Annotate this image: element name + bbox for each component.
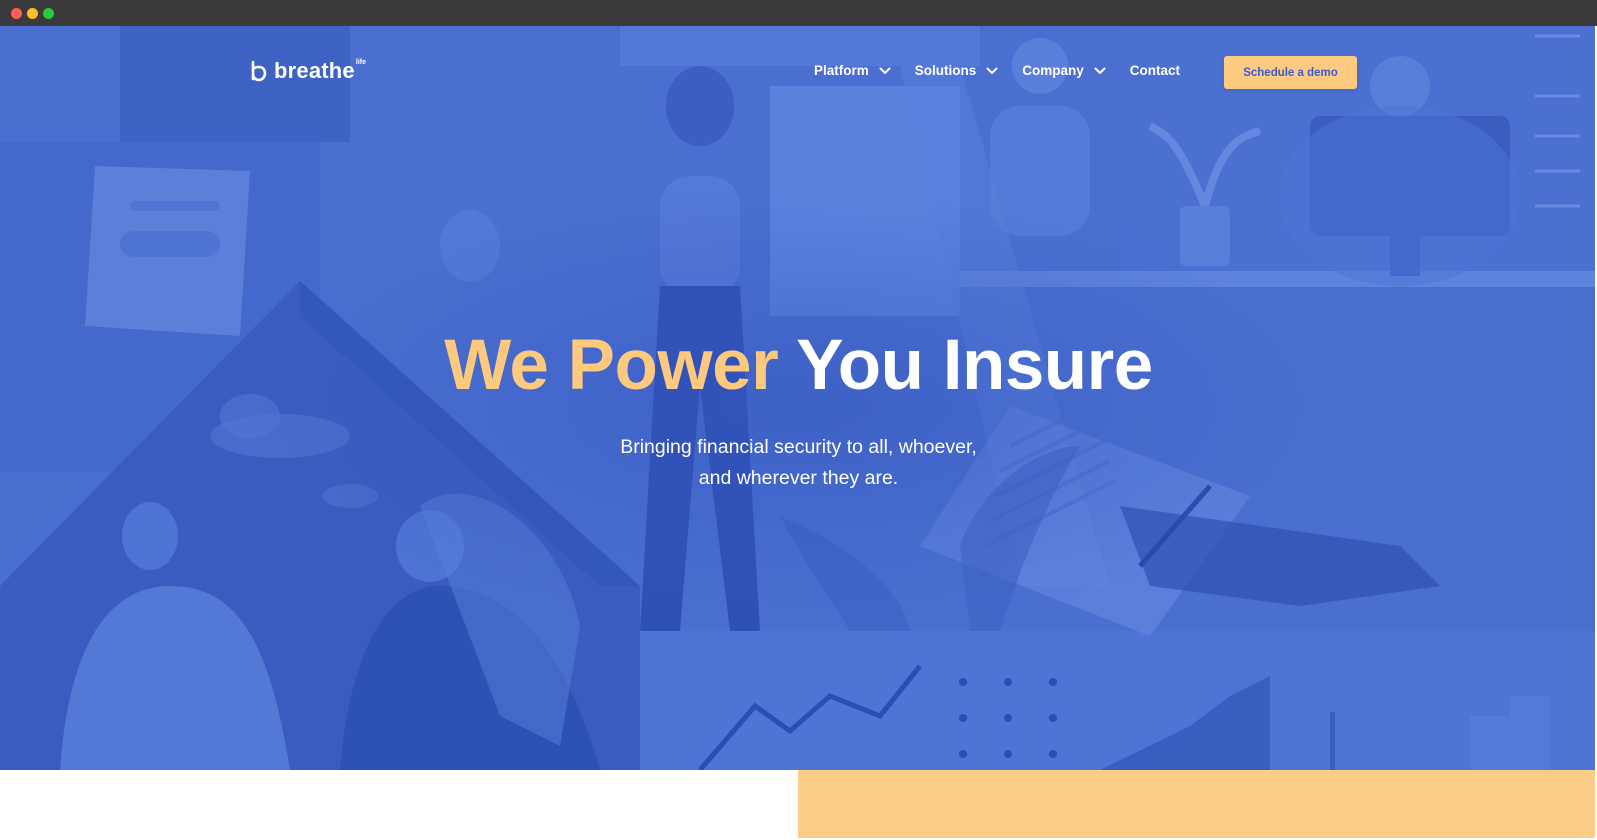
subtitle-line-1: Bringing financial security to all, whoe… (620, 436, 977, 458)
main-nav: Platform Solutions Company Contact (814, 63, 1180, 78)
brand-name: breathe (274, 58, 355, 83)
browser-viewport: breathe life Platform Solutions Company … (0, 26, 1597, 840)
minimize-window-button[interactable] (27, 8, 38, 19)
chevron-down-icon (1094, 67, 1106, 74)
nav-item-label: Company (1022, 63, 1084, 78)
subtitle-line-2: and wherever they are. (698, 467, 899, 489)
nav-item-label: Solutions (914, 63, 977, 78)
nav-item-label: Contact (1129, 63, 1181, 78)
schedule-demo-button[interactable]: Schedule a demo (1224, 56, 1357, 89)
nav-item-label: Platform (814, 63, 869, 78)
chevron-down-icon (986, 67, 998, 74)
nav-item-company[interactable]: Company (1022, 63, 1106, 78)
headline-rest: You Insure (796, 326, 1153, 405)
below-hero-white-panel (0, 770, 798, 840)
nav-item-solutions[interactable]: Solutions (915, 63, 999, 78)
brand-superscript: life (355, 59, 366, 66)
chevron-down-icon (879, 67, 891, 74)
nav-item-platform[interactable]: Platform (814, 63, 891, 78)
hero-headline: We Power You Insure (0, 326, 1597, 406)
hero-subtitle: Bringing financial security to all, whoe… (0, 432, 1597, 494)
below-hero-yellow-panel (798, 770, 1597, 840)
brand-logo[interactable]: breathe life (250, 58, 366, 83)
headline-accent: We Power (444, 326, 779, 405)
window-titlebar (0, 0, 1597, 26)
maximize-window-button[interactable] (43, 8, 54, 19)
nav-item-contact[interactable]: Contact (1130, 63, 1180, 78)
close-window-button[interactable] (11, 8, 22, 19)
hero-section: breathe life Platform Solutions Company … (0, 26, 1597, 770)
breathe-logo-icon (251, 60, 267, 82)
